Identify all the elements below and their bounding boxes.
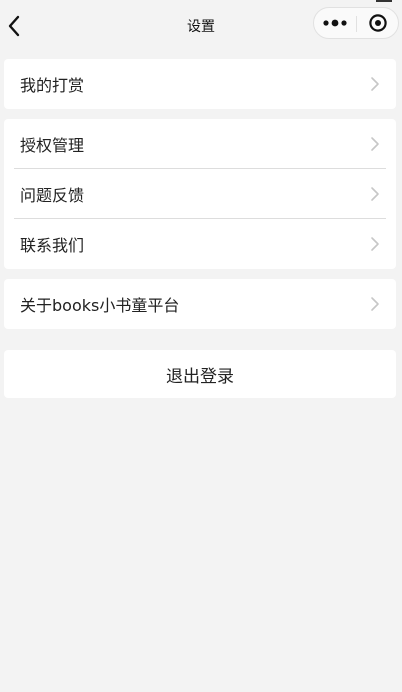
chevron-right-icon bbox=[370, 186, 380, 202]
list-item-label: 关于books小书童平台 bbox=[20, 296, 180, 315]
chevron-right-icon bbox=[370, 236, 380, 252]
navigation-bar: 设置 bbox=[0, 0, 402, 50]
chevron-right-icon bbox=[370, 76, 380, 92]
list-item-about-platform[interactable]: 关于books小书童平台 bbox=[4, 279, 396, 329]
section-rewards: 我的打赏 bbox=[4, 59, 396, 109]
close-button[interactable] bbox=[357, 8, 399, 38]
chevron-right-icon bbox=[370, 296, 380, 312]
list-item-label: 授权管理 bbox=[20, 136, 85, 155]
more-dots-icon bbox=[323, 19, 347, 27]
list-item-authorization[interactable]: 授权管理 bbox=[4, 119, 396, 169]
logout-button[interactable]: 退出登录 bbox=[4, 350, 396, 398]
list-item-contact-us[interactable]: 联系我们 bbox=[4, 219, 396, 269]
list-item-label: 我的打赏 bbox=[20, 76, 85, 95]
list-item-label: 问题反馈 bbox=[20, 186, 85, 205]
list-item-my-rewards[interactable]: 我的打赏 bbox=[4, 59, 396, 109]
status-indicator bbox=[376, 0, 392, 2]
list-item-feedback[interactable]: 问题反馈 bbox=[4, 169, 396, 219]
mini-program-capsule bbox=[313, 7, 399, 39]
section-settings: 授权管理 问题反馈 联系我们 bbox=[4, 119, 396, 269]
list-item-label: 联系我们 bbox=[20, 236, 85, 255]
section-about: 关于books小书童平台 bbox=[4, 279, 396, 329]
chevron-right-icon bbox=[370, 136, 380, 152]
more-button[interactable] bbox=[314, 8, 356, 38]
target-circle-icon bbox=[369, 14, 387, 32]
